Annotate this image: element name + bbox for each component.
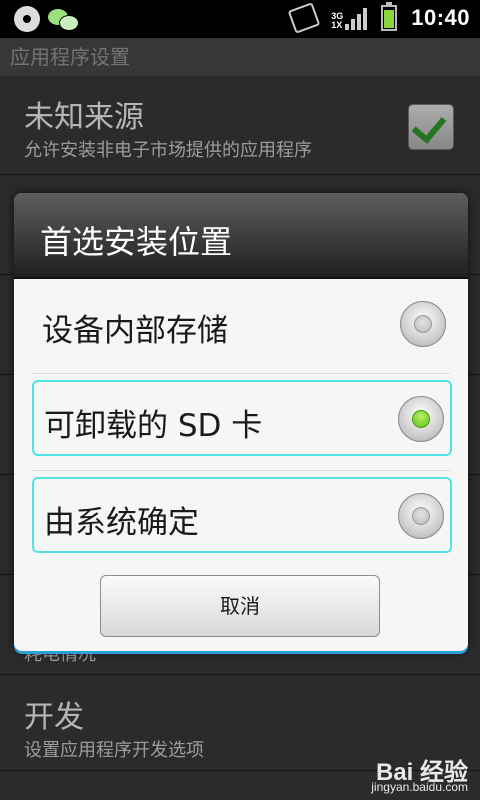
notification-icons	[14, 6, 79, 32]
divider	[32, 373, 450, 374]
radio-dot-icon	[414, 315, 432, 333]
signal-icon	[345, 6, 368, 30]
dialog-header: 首选安装位置	[14, 193, 468, 279]
network-type-alt-label: 1X	[331, 20, 343, 30]
option-internal-storage[interactable]: 设备内部存储	[32, 287, 452, 363]
divider	[32, 470, 450, 471]
radio-dot-icon	[412, 507, 430, 525]
install-location-dialog: 首选安装位置 设备内部存储 可卸载的 SD 卡 由系统确定 取消	[14, 193, 468, 651]
wechat-icon	[48, 7, 79, 31]
option-sd-card[interactable]: 可卸载的 SD 卡	[32, 380, 452, 456]
disc-icon	[14, 6, 40, 32]
watermark: Bai 经验 jingyan.baidu.com	[371, 759, 468, 795]
system-icons: 3G 1X 10:40	[287, 2, 470, 34]
option-label: 由系统确定	[44, 505, 199, 541]
status-bar: 3G 1X 10:40	[0, 0, 480, 38]
option-label: 可卸载的 SD 卡	[44, 408, 263, 444]
option-system-decides[interactable]: 由系统确定	[32, 477, 452, 553]
radio-dot-icon	[412, 410, 430, 428]
clock: 10:40	[411, 5, 470, 30]
radio-button[interactable]	[400, 301, 446, 347]
watermark-url: jingyan.baidu.com	[371, 780, 468, 794]
battery-icon	[381, 2, 398, 31]
radio-button[interactable]	[398, 493, 444, 539]
option-label: 设备内部存储	[42, 313, 228, 349]
cancel-button[interactable]: 取消	[100, 575, 380, 637]
radio-button-selected[interactable]	[398, 396, 444, 442]
screen-rotate-icon	[287, 2, 321, 34]
dialog-title: 首选安装位置	[40, 223, 233, 261]
signal-group: 3G 1X	[331, 6, 368, 30]
baidu-logo: Bai 经验	[375, 759, 468, 786]
